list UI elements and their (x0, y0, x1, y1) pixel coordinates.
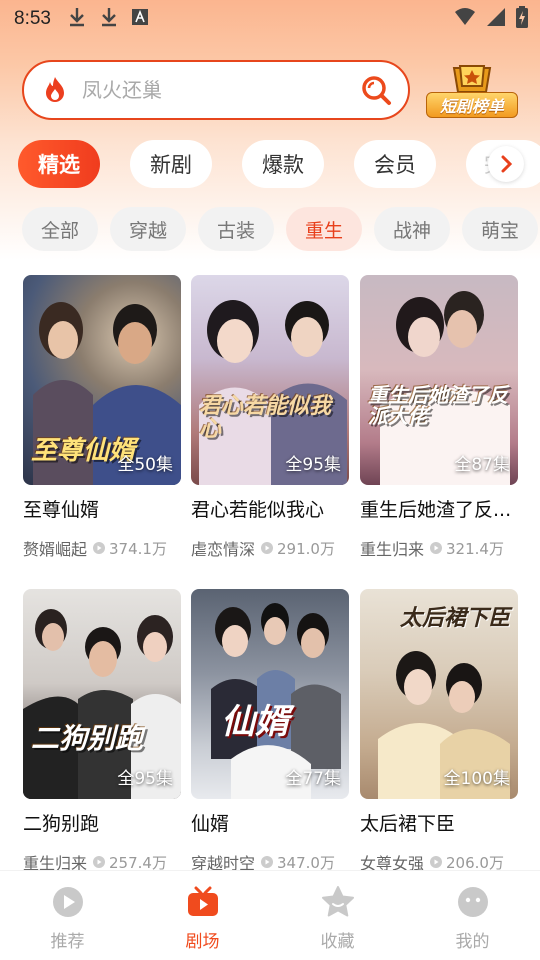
download-icon (67, 6, 87, 32)
filter-war-god[interactable]: 战神 (374, 207, 450, 251)
episode-count: 全50集 (117, 455, 173, 475)
drama-genre: 赘婿崛起 (23, 540, 88, 559)
bottom-navigation: 推荐 剧场 收藏 我的 (0, 870, 540, 960)
nav-profile[interactable]: 我的 (405, 871, 540, 960)
nav-favorites[interactable]: 收藏 (270, 871, 405, 960)
search-bar[interactable] (22, 60, 410, 120)
drama-title[interactable]: 重生后她渣了反... (360, 495, 518, 522)
play-count-icon (430, 542, 443, 554)
episode-count: 全95集 (285, 455, 341, 475)
play-count-icon (430, 856, 443, 868)
play-count-icon (261, 542, 274, 554)
episode-count: 全100集 (443, 769, 510, 789)
drama-meta: 重生归来 321.4万 (360, 536, 518, 560)
drama-card[interactable]: 二狗别跑 全95集 二狗别跑 重生归来 257.4万 (23, 589, 181, 874)
status-bar: 8:53 (0, 0, 540, 38)
nav-recommend[interactable]: 推荐 (0, 871, 135, 960)
tab-hot[interactable]: 爆款 (242, 140, 324, 188)
filter-all[interactable]: 全部 (22, 207, 98, 251)
wifi-icon (454, 7, 476, 31)
play-count-icon (261, 856, 274, 868)
episode-count: 全87集 (454, 455, 510, 475)
smile-face-icon (457, 887, 488, 917)
poster-title-art: 二狗别跑 (31, 721, 144, 755)
search-input[interactable] (82, 78, 360, 102)
drama-card[interactable]: 君心若能似我心 全95集 君心若能似我心 虐恋情深 291.0万 (191, 275, 349, 560)
tab-featured[interactable]: 精选 (18, 140, 100, 188)
drama-card[interactable]: 仙婿 全77集 仙婿 穿越时空 347.0万 (191, 589, 349, 874)
episode-count: 全77集 (285, 769, 341, 789)
tabs-more-arrow[interactable] (488, 146, 524, 182)
drama-card[interactable]: 太后裙下臣 全100集 太后裙下臣 女尊女强 206.0万 (360, 589, 518, 874)
view-count: 374.1万 (109, 539, 167, 558)
drama-meta: 赘婿崛起 374.1万 (23, 536, 181, 560)
drama-ranking-button[interactable]: 短剧榜单 (426, 62, 518, 120)
drama-poster[interactable]: 仙婿 全77集 (191, 589, 349, 799)
genre-filter-tabs: 全部 穿越 古装 重生 战神 萌宝 (22, 207, 540, 253)
drama-poster[interactable]: 君心若能似我心 全95集 (191, 275, 349, 485)
drama-title[interactable]: 至尊仙婿 (23, 495, 181, 522)
poster-title-art: 重生后她渣了反派大佬 (368, 383, 508, 428)
drama-poster[interactable]: 重生后她渣了反派大佬 全87集 (360, 275, 518, 485)
episode-count: 全95集 (117, 769, 173, 789)
nav-label: 剧场 (185, 932, 220, 952)
star-icon (321, 886, 354, 917)
view-count: 291.0万 (277, 539, 335, 558)
tv-icon (187, 886, 218, 916)
drama-title[interactable]: 仙婿 (191, 809, 349, 836)
ranking-label: 短剧榜单 (426, 92, 518, 118)
poster-title-art: 仙婿 (221, 702, 289, 743)
tab-new[interactable]: 新剧 (130, 140, 212, 188)
filter-time-travel[interactable]: 穿越 (110, 207, 186, 251)
flame-icon (46, 77, 64, 102)
font-app-icon (131, 8, 149, 30)
signal-icon (486, 7, 506, 31)
play-circle-icon (52, 887, 83, 917)
drama-title[interactable]: 君心若能似我心 (191, 495, 349, 522)
drama-poster[interactable]: 二狗别跑 全95集 (23, 589, 181, 799)
nav-label: 我的 (455, 932, 490, 952)
filter-rebirth[interactable]: 重生 (286, 207, 362, 251)
drama-title[interactable]: 太后裙下臣 (360, 809, 518, 836)
filter-costume[interactable]: 古装 (198, 207, 274, 251)
chevron-right-icon (501, 155, 513, 173)
main-tabs: 精选 新剧 爆款 会员 完 (18, 140, 540, 190)
status-indicators (454, 6, 528, 32)
poster-title-art: 太后裙下臣 (400, 605, 511, 631)
download-icon (99, 6, 119, 32)
tab-vip[interactable]: 会员 (354, 140, 436, 188)
battery-icon (516, 6, 528, 32)
drama-genre: 虐恋情深 (191, 540, 256, 559)
drama-card[interactable]: 重生后她渣了反派大佬 全87集 重生后她渣了反... 重生归来 321.4万 (360, 275, 518, 560)
drama-poster[interactable]: 至尊仙婿 全50集 (23, 275, 181, 485)
filter-cute-baby[interactable]: 萌宝 (462, 207, 538, 251)
drama-card[interactable]: 至尊仙婿 全50集 至尊仙婿 赘婿崛起 374.1万 (23, 275, 181, 560)
drama-poster[interactable]: 太后裙下臣 全100集 (360, 589, 518, 799)
view-count: 321.4万 (446, 539, 504, 558)
drama-genre: 重生归来 (360, 540, 425, 559)
nav-theater[interactable]: 剧场 (135, 871, 270, 960)
drama-title[interactable]: 二狗别跑 (23, 809, 181, 836)
poster-title-art: 君心若能似我心 (199, 393, 332, 443)
search-icon[interactable] (360, 74, 392, 106)
play-count-icon (93, 856, 106, 868)
play-count-icon (93, 542, 106, 554)
status-time: 8:53 (14, 8, 51, 29)
drama-meta: 虐恋情深 291.0万 (191, 536, 349, 560)
nav-label: 推荐 (50, 932, 85, 952)
nav-label: 收藏 (320, 932, 355, 952)
